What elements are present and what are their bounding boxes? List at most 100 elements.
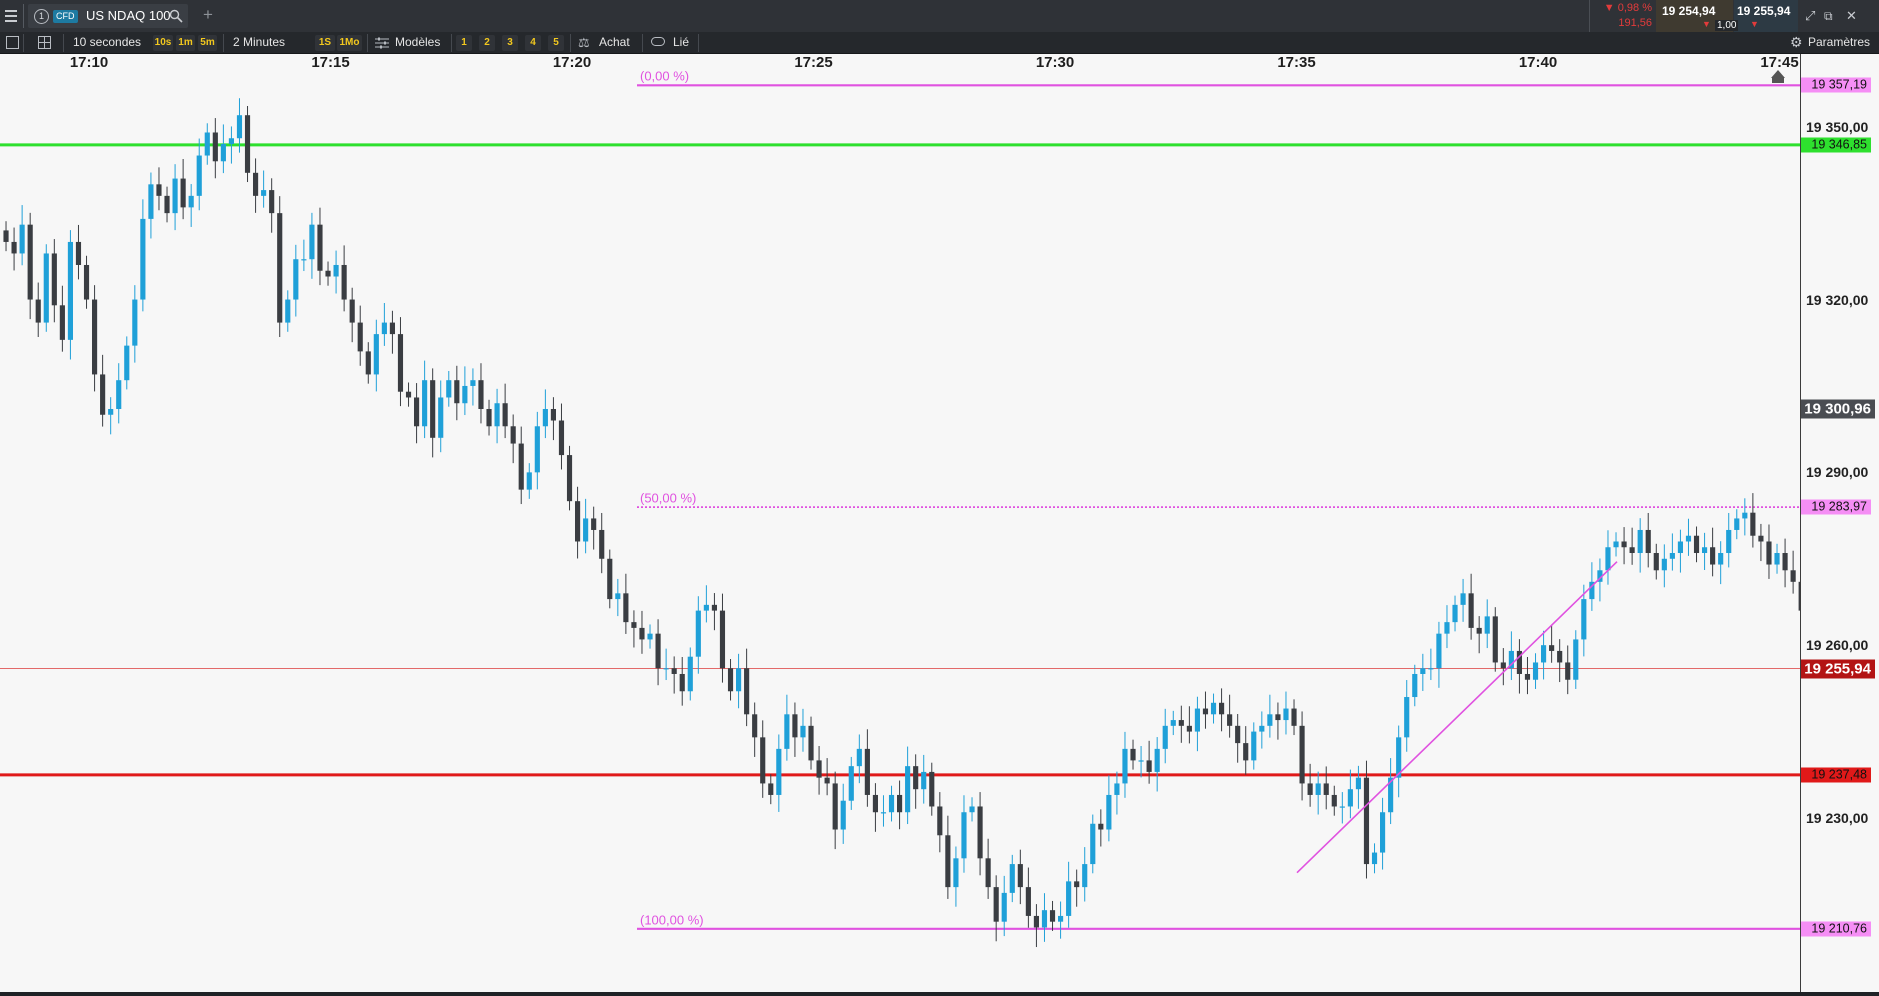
candle-down <box>1202 708 1209 715</box>
candle-up <box>888 794 895 813</box>
template-slot-1[interactable]: 1 <box>456 35 472 51</box>
candle-up <box>1210 702 1217 715</box>
candle-down <box>252 172 259 196</box>
candle-up <box>1677 541 1684 554</box>
ask-price: 19 255,94 <box>1737 4 1791 18</box>
candle-up <box>1685 535 1692 542</box>
candle-up <box>1742 512 1748 519</box>
templates-button[interactable]: Modèles <box>395 32 440 53</box>
time-tick-label: 17:40 <box>1518 54 1558 71</box>
candle-down <box>655 633 661 669</box>
price-chart[interactable] <box>0 72 1800 992</box>
instrument-index-badge: 1 <box>34 9 49 24</box>
candle-up <box>309 224 315 260</box>
candle-up <box>1001 892 1007 922</box>
candle-up <box>1404 697 1410 738</box>
change-pct: 0,98 % <box>1617 2 1652 14</box>
candle-up <box>953 858 959 888</box>
quantity-value[interactable]: 1,00 <box>1715 20 1739 31</box>
range-1s-button[interactable]: 1S <box>315 35 335 51</box>
candle-up <box>647 633 653 640</box>
candle-up <box>534 426 540 473</box>
candle-down <box>591 518 597 530</box>
achat-button[interactable]: Achat <box>599 32 630 53</box>
candle-up <box>1355 777 1362 790</box>
range-select[interactable]: 2 Minutes <box>233 32 285 53</box>
template-slot-2[interactable]: 2 <box>479 35 495 51</box>
candle-down <box>1758 535 1764 542</box>
trading-app: { "instrument": { "badge": "CFD", "index… <box>0 0 1879 996</box>
candle-down <box>1798 581 1800 611</box>
candle-down <box>1693 535 1700 554</box>
time-tick-label: 17:45 <box>1760 54 1799 71</box>
candle-up <box>1090 823 1096 865</box>
horizontal-line-tag: 19 346,85 <box>1801 137 1871 153</box>
candle-up <box>663 668 669 670</box>
candle-up <box>800 725 806 738</box>
price-tick-label: 19 230,00 <box>1806 809 1869 826</box>
candle-up <box>333 264 339 277</box>
candle-down <box>1291 708 1297 726</box>
candle-down <box>913 766 919 790</box>
price-axis[interactable] <box>1800 54 1879 996</box>
layout-icon[interactable] <box>38 36 51 49</box>
close-icon[interactable]: ✕ <box>1846 8 1857 24</box>
change-abs: 191,56 <box>1618 17 1652 29</box>
candle-up <box>1669 553 1675 559</box>
template-slot-4[interactable]: 4 <box>525 35 541 51</box>
template-slot-3[interactable]: 3 <box>502 35 518 51</box>
range-1mo-button[interactable]: 1Mo <box>337 35 362 51</box>
candle-down <box>1275 714 1281 721</box>
candle-up <box>1267 714 1273 726</box>
menu-icon[interactable] <box>5 10 17 22</box>
candle-up <box>615 593 621 600</box>
top-bar: 1 CFD US NDAQ 100 + ▼ 0,98 % 191,56 19 2… <box>0 0 1879 33</box>
candle-down <box>1557 650 1563 663</box>
lie-button[interactable]: Lié <box>673 32 689 53</box>
candle-up <box>1162 725 1168 749</box>
candle-down <box>27 224 33 300</box>
candle-down <box>671 668 677 674</box>
candle-down <box>413 397 420 427</box>
candle-up <box>470 380 476 386</box>
candle-down <box>1331 794 1337 807</box>
candle-down <box>357 322 363 352</box>
candle-up <box>1379 812 1386 853</box>
template-slot-5[interactable]: 5 <box>548 35 564 51</box>
instrument-tab[interactable]: 1 CFD US NDAQ 100 <box>28 4 188 28</box>
interval-select[interactable]: 10 secondes <box>73 32 141 53</box>
restore-icon[interactable]: ⧉ <box>1824 9 1833 24</box>
price-tick-label: 19 350,00 <box>1806 118 1869 135</box>
detach-icon[interactable]: ⤢ <box>1805 8 1815 24</box>
candle-down <box>639 627 645 640</box>
candle-up <box>969 806 975 813</box>
down-arrow-icon: ▼ <box>1702 19 1711 29</box>
time-tick-label: 17:20 <box>552 54 592 71</box>
candle-down <box>164 195 170 214</box>
candle-down <box>808 725 814 761</box>
settings-button[interactable]: Paramètres <box>1808 32 1870 53</box>
search-icon[interactable] <box>169 9 183 23</box>
candle-up <box>961 812 967 859</box>
candle-up <box>1581 599 1587 640</box>
list-icon[interactable] <box>6 36 19 49</box>
candle-down <box>212 132 218 162</box>
plus-icon[interactable]: + <box>203 6 213 24</box>
candle-up <box>1726 529 1732 554</box>
interval-1m-button[interactable]: 1m <box>176 35 195 51</box>
candle-up <box>1371 852 1378 865</box>
buy-price-box[interactable]: 19 255,94 ▼ <box>1734 0 1798 32</box>
candle-down <box>35 299 41 323</box>
candle-down <box>430 380 436 438</box>
candle-down <box>1074 881 1080 888</box>
candle-up <box>776 748 782 795</box>
candle-down <box>11 241 17 254</box>
gear-icon[interactable]: ⚙ <box>1790 34 1803 51</box>
candle-down <box>510 426 516 444</box>
interval-5m-button[interactable]: 5m <box>198 35 217 51</box>
candle-up <box>1540 645 1547 663</box>
candle-down <box>1307 783 1313 795</box>
interval-10s-button[interactable]: 10s <box>153 35 173 51</box>
candle-up <box>1339 806 1345 808</box>
candle-up <box>840 800 846 830</box>
